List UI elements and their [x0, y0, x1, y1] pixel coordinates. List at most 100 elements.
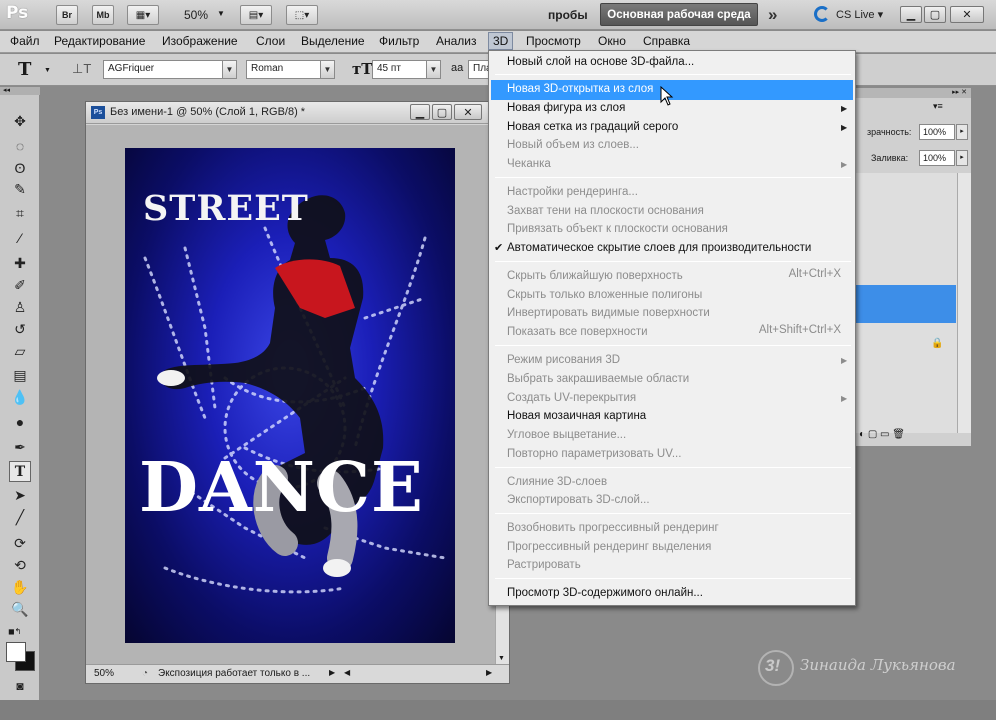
- menu-item-merge-3d-layers[interactable]: Слияние 3D-слоев: [507, 474, 607, 493]
- document-maximize-button[interactable]: ▢: [432, 104, 452, 120]
- document-minimize-button[interactable]: ▁: [410, 104, 430, 120]
- panel-menu-icon[interactable]: ▾≡: [933, 101, 943, 112]
- maximize-button[interactable]: ▢: [924, 6, 946, 23]
- menu-item-select-paintable-areas[interactable]: Выбрать закрашиваемые области: [507, 371, 689, 390]
- menu-item-invert-visible-surfaces[interactable]: Инвертировать видимые поверхности: [507, 305, 710, 324]
- menu-item-rasterize[interactable]: Растрировать: [507, 557, 581, 576]
- panel-collapse-icon[interactable]: ▸▸ ✕: [853, 88, 971, 98]
- eyedropper-tool-icon[interactable]: ⁄: [9, 227, 31, 248]
- dodge-tool-icon[interactable]: ●: [9, 411, 31, 432]
- font-size-field[interactable]: 45 пт: [372, 60, 427, 79]
- bridge-button[interactable]: Br: [56, 5, 78, 25]
- zoom-tool-icon[interactable]: 🔍: [9, 599, 31, 620]
- menu-edit[interactable]: Редактирование: [54, 34, 145, 48]
- layers-footer-icons[interactable]: ◐ ▢ ▭ 🗑: [859, 429, 905, 440]
- tools-collapse-icon[interactable]: ◂◂: [0, 87, 40, 95]
- menu-3d[interactable]: 3D: [488, 32, 514, 50]
- menu-item-repousse[interactable]: Чеканка: [507, 156, 551, 175]
- menu-item-browse-3d-online[interactable]: Просмотр 3D-содержимого онлайн...: [507, 585, 703, 604]
- healing-brush-tool-icon[interactable]: ✚: [9, 253, 31, 274]
- menu-item-new-layer-from-3d-file[interactable]: Новый слой на основе 3D-файла...: [507, 54, 694, 73]
- crop-tool-icon[interactable]: ⌗: [9, 203, 31, 224]
- workspace-proby[interactable]: пробы: [548, 8, 588, 22]
- menu-item-render-settings[interactable]: Настройки рендеринга...: [507, 184, 638, 203]
- font-family-field[interactable]: AGFriquer: [103, 60, 223, 79]
- document-close-button[interactable]: ✕: [454, 104, 482, 120]
- menu-item-snap-to-ground-plane[interactable]: Привязать объект к плоскости основания: [507, 221, 728, 240]
- type-tool-preset-icon[interactable]: T: [18, 59, 31, 80]
- menu-item-auto-hide-layers[interactable]: Автоматическое скрытие слоев для произво…: [507, 240, 811, 259]
- cs-live-menu[interactable]: CS Live ▾: [836, 8, 883, 21]
- mini-bridge-button[interactable]: Mb: [92, 5, 114, 25]
- font-style-dropdown[interactable]: ▼: [320, 60, 335, 79]
- canvas-area[interactable]: STREET DANCE: [86, 125, 495, 664]
- menu-window[interactable]: Окно: [598, 34, 626, 48]
- menu-view[interactable]: Просмотр: [526, 34, 581, 48]
- more-workspaces-icon[interactable]: »: [768, 5, 777, 25]
- menu-file[interactable]: Файл: [10, 34, 40, 48]
- lasso-tool-icon[interactable]: ʘ: [9, 157, 31, 178]
- workspace-essentials[interactable]: Основная рабочая среда: [600, 3, 758, 26]
- quick-selection-tool-icon[interactable]: ✎: [9, 179, 31, 200]
- menu-item-resume-progressive-render[interactable]: Возобновить прогрессивный рендеринг: [507, 520, 719, 539]
- menu-item-ground-plane-shadow[interactable]: Захват тени на плоскости основания: [507, 203, 704, 222]
- menu-item-hide-nearest-surface[interactable]: Скрыть ближайшую поверхность: [507, 268, 683, 287]
- menu-item-3d-paint-mode[interactable]: Режим рисования 3D: [507, 352, 620, 371]
- opacity-slider-icon[interactable]: ▸: [956, 124, 968, 140]
- scroll-left-icon[interactable]: ◀: [344, 668, 350, 677]
- menu-item-new-tiled-painting[interactable]: Новая мозаичная картина: [507, 408, 646, 427]
- clone-stamp-tool-icon[interactable]: ♙: [9, 297, 31, 318]
- fill-field[interactable]: 100%: [919, 150, 955, 166]
- menu-layers[interactable]: Слои: [256, 34, 285, 48]
- shape-tool-icon[interactable]: ╱: [9, 507, 31, 528]
- hand-tool-icon[interactable]: ✋: [9, 577, 31, 598]
- path-selection-tool-icon[interactable]: ➤: [9, 485, 31, 506]
- minimize-button[interactable]: ▁: [900, 6, 922, 23]
- text-orientation-icon[interactable]: ⊥T: [72, 61, 91, 77]
- close-button[interactable]: ✕: [950, 6, 984, 23]
- menu-item-new-mesh-from-grayscale[interactable]: Новая сетка из градаций серого: [507, 119, 678, 138]
- menu-select[interactable]: Выделение: [301, 34, 365, 48]
- quick-mask-icon[interactable]: ◙: [9, 675, 31, 696]
- status-zoom[interactable]: 50%: [94, 668, 114, 679]
- menu-item-reparameterize-uvs[interactable]: Повторно параметризовать UV...: [507, 446, 681, 465]
- menu-item-progressive-render-selection[interactable]: Прогрессивный рендеринг выделения: [507, 539, 711, 558]
- move-tool-icon[interactable]: ✥: [9, 111, 31, 132]
- font-family-dropdown[interactable]: ▼: [222, 60, 237, 79]
- eraser-tool-icon[interactable]: ▱: [9, 341, 31, 362]
- status-menu-arrow-icon[interactable]: ▶: [329, 668, 335, 677]
- menu-item-paint-falloff[interactable]: Угловое выцветание...: [507, 427, 626, 446]
- menu-item-hide-enclosed-polygons[interactable]: Скрыть только вложенные полигоны: [507, 287, 702, 306]
- menu-item-new-volume[interactable]: Новый объем из слоев...: [507, 137, 639, 156]
- pen-tool-icon[interactable]: ✒: [9, 437, 31, 458]
- layers-scrollbar[interactable]: [957, 173, 971, 433]
- screen-mode-button[interactable]: ⬚▾: [286, 5, 318, 25]
- opacity-field[interactable]: 100%: [919, 124, 955, 140]
- fill-slider-icon[interactable]: ▸: [956, 150, 968, 166]
- marquee-tool-icon[interactable]: ◌: [9, 135, 31, 156]
- preset-dropdown-icon[interactable]: ▼: [44, 67, 51, 74]
- default-colors-icon[interactable]: ◼↰: [8, 627, 21, 636]
- menu-item-create-uv-overlays[interactable]: Создать UV-перекрытия: [507, 390, 636, 409]
- scroll-right-icon[interactable]: ▶: [486, 668, 492, 677]
- 3d-rotate-tool-icon[interactable]: ⟳: [9, 533, 31, 554]
- zoom-level[interactable]: 50%: [184, 8, 208, 22]
- gradient-tool-icon[interactable]: ▤: [9, 365, 31, 386]
- menu-item-new-shape-from-layer[interactable]: Новая фигура из слоя: [507, 100, 625, 119]
- selected-layer-row[interactable]: [852, 285, 956, 323]
- menu-image[interactable]: Изображение: [162, 34, 238, 48]
- brush-tool-icon[interactable]: ✐: [9, 275, 31, 296]
- history-brush-tool-icon[interactable]: ↺: [9, 319, 31, 340]
- document-titlebar[interactable]: Ps Без имени-1 @ 50% (Слой 1, RGB/8) * ▁…: [86, 102, 509, 124]
- zoom-dropdown-icon[interactable]: ▼: [217, 9, 225, 18]
- menu-item-reveal-all-surfaces[interactable]: Показать все поверхности: [507, 324, 648, 343]
- font-style-field[interactable]: Roman: [246, 60, 321, 79]
- type-tool-icon[interactable]: T: [9, 461, 31, 482]
- view-extras-button[interactable]: ▦▾: [127, 5, 159, 25]
- menu-help[interactable]: Справка: [643, 34, 690, 48]
- font-size-dropdown[interactable]: ▼: [426, 60, 441, 79]
- menu-item-export-3d-layer[interactable]: Экспортировать 3D-слой...: [507, 492, 650, 511]
- scroll-down-icon[interactable]: ▼: [498, 655, 505, 662]
- blur-tool-icon[interactable]: 💧: [9, 387, 31, 408]
- foreground-color-swatch[interactable]: [6, 642, 26, 662]
